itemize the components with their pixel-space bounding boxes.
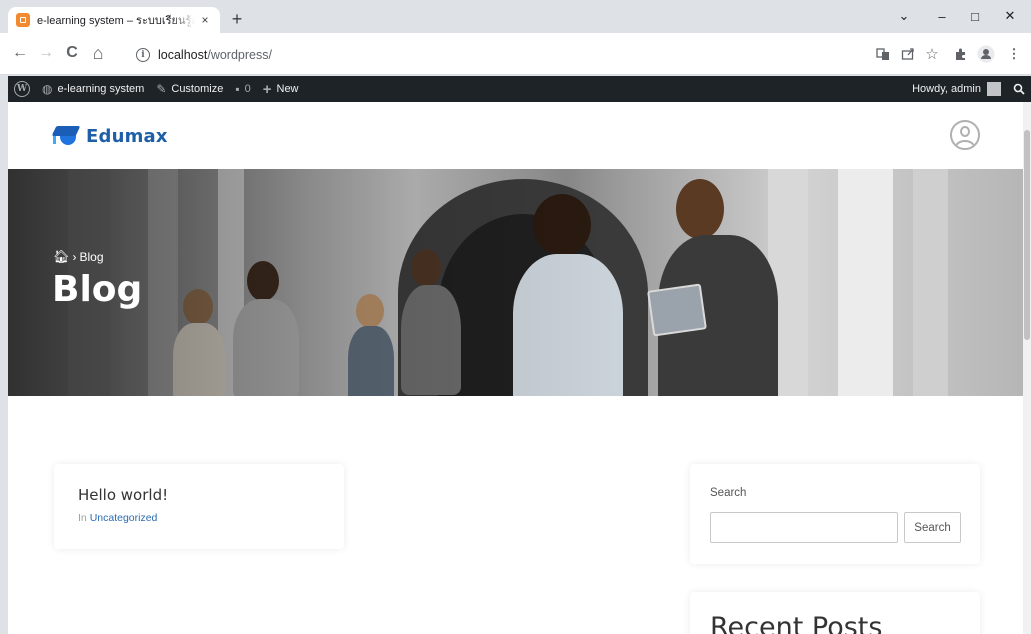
search-button[interactable]: Search xyxy=(904,512,961,543)
admin-bar-new[interactable]: + New xyxy=(257,76,305,102)
search-widget: Search Search xyxy=(690,464,980,564)
post-title-link[interactable]: Hello world! xyxy=(78,486,168,504)
search-input[interactable] xyxy=(710,512,898,543)
admin-bar-customize[interactable]: ✎ Customize xyxy=(150,76,229,102)
site-header: Edumax xyxy=(8,102,1023,169)
recent-posts-widget: Recent Posts xyxy=(690,592,980,634)
wp-logo-menu[interactable]: W xyxy=(8,76,36,102)
page-scrollbar[interactable] xyxy=(1023,102,1031,634)
tab-strip: e-learning system – ระบบเรียนรู้ออนไลน์ … xyxy=(0,0,1031,33)
browser-toolbar: ← → C ⌂ i localhost /wordpress/ ☆ ⋮ xyxy=(0,33,1031,75)
url-path: /wordpress/ xyxy=(207,48,272,62)
site-info-icon[interactable]: i xyxy=(136,48,150,62)
logo-text: Edumax xyxy=(86,125,168,147)
forward-button[interactable]: → xyxy=(34,41,58,65)
dashboard-icon: ◍ xyxy=(42,82,53,96)
post-card: Hello world! In Uncategorized xyxy=(54,464,344,549)
breadcrumb-separator-icon: › xyxy=(72,250,77,264)
reload-button[interactable]: C xyxy=(60,41,84,65)
menu-icon[interactable]: ⋮ xyxy=(1003,43,1025,65)
scrollbar-thumb[interactable] xyxy=(1024,130,1030,340)
recent-posts-title: Recent Posts xyxy=(710,612,883,634)
search-widget-label: Search xyxy=(710,487,747,499)
plus-icon: + xyxy=(262,80,272,98)
hero-banner: 🏠︎ › Blog Blog xyxy=(8,169,1023,396)
wordpress-logo-icon: W xyxy=(14,81,30,97)
comments-count: 0 xyxy=(244,83,251,95)
close-window-button[interactable]: ✕ xyxy=(990,4,1030,28)
admin-bar-site-name[interactable]: ◍ e-learning system xyxy=(36,76,150,102)
home-button[interactable]: ⌂ xyxy=(86,41,110,65)
howdy-label: Howdy, admin xyxy=(912,83,981,95)
admin-avatar xyxy=(987,82,1001,96)
tab-title: e-learning system – ระบบเรียนรู้ออนไลน์ xyxy=(37,15,195,27)
breadcrumb: 🏠︎ › Blog xyxy=(53,249,104,265)
graduation-cap-icon xyxy=(51,122,82,150)
translate-icon[interactable] xyxy=(872,43,894,65)
comment-bubble-icon: ▪ xyxy=(235,82,240,96)
page-title: Blog xyxy=(52,269,143,310)
post-meta: In Uncategorized xyxy=(78,512,157,524)
browser-window: e-learning system – ระบบเรียนรู้ออนไลน์ … xyxy=(0,0,1031,634)
address-bar[interactable]: i localhost /wordpress/ xyxy=(136,42,861,68)
wp-admin-bar: W ◍ e-learning system ✎ Customize ▪ 0 + … xyxy=(8,76,1031,102)
page-viewport: Edumax 🏠︎ › Blog Blog Hello world! In Un… xyxy=(8,102,1023,634)
back-button[interactable]: ← xyxy=(8,41,32,65)
admin-bar-account[interactable]: Howdy, admin xyxy=(906,76,1007,102)
admin-bar-comments[interactable]: ▪ 0 xyxy=(229,76,256,102)
search-icon xyxy=(1013,83,1025,95)
breadcrumb-current: Blog xyxy=(79,250,104,264)
share-icon[interactable] xyxy=(897,43,919,65)
url-host: localhost xyxy=(158,48,208,62)
tab-search-chevron-icon[interactable]: ⌄ xyxy=(884,4,924,28)
new-label: New xyxy=(276,83,299,95)
brush-icon: ✎ xyxy=(156,82,167,96)
tab-close-icon[interactable]: × xyxy=(198,13,212,27)
maximize-button[interactable]: □ xyxy=(955,4,995,28)
admin-bar-search[interactable] xyxy=(1007,76,1031,102)
site-favicon-icon xyxy=(16,13,30,27)
post-meta-prefix: In xyxy=(78,512,87,524)
extensions-icon[interactable] xyxy=(950,43,972,65)
post-category-link[interactable]: Uncategorized xyxy=(90,512,158,524)
site-name-label: e-learning system xyxy=(57,83,145,95)
browser-tab[interactable]: e-learning system – ระบบเรียนรู้ออนไลน์ … xyxy=(8,7,220,33)
new-tab-button[interactable]: + xyxy=(226,9,248,29)
star-icon[interactable]: ☆ xyxy=(921,43,943,65)
site-logo[interactable]: Edumax xyxy=(51,122,168,150)
profile-icon[interactable] xyxy=(975,43,997,65)
customize-label: Customize xyxy=(171,83,224,95)
user-account-icon[interactable] xyxy=(950,120,980,150)
home-icon[interactable]: 🏠︎ xyxy=(53,249,70,265)
